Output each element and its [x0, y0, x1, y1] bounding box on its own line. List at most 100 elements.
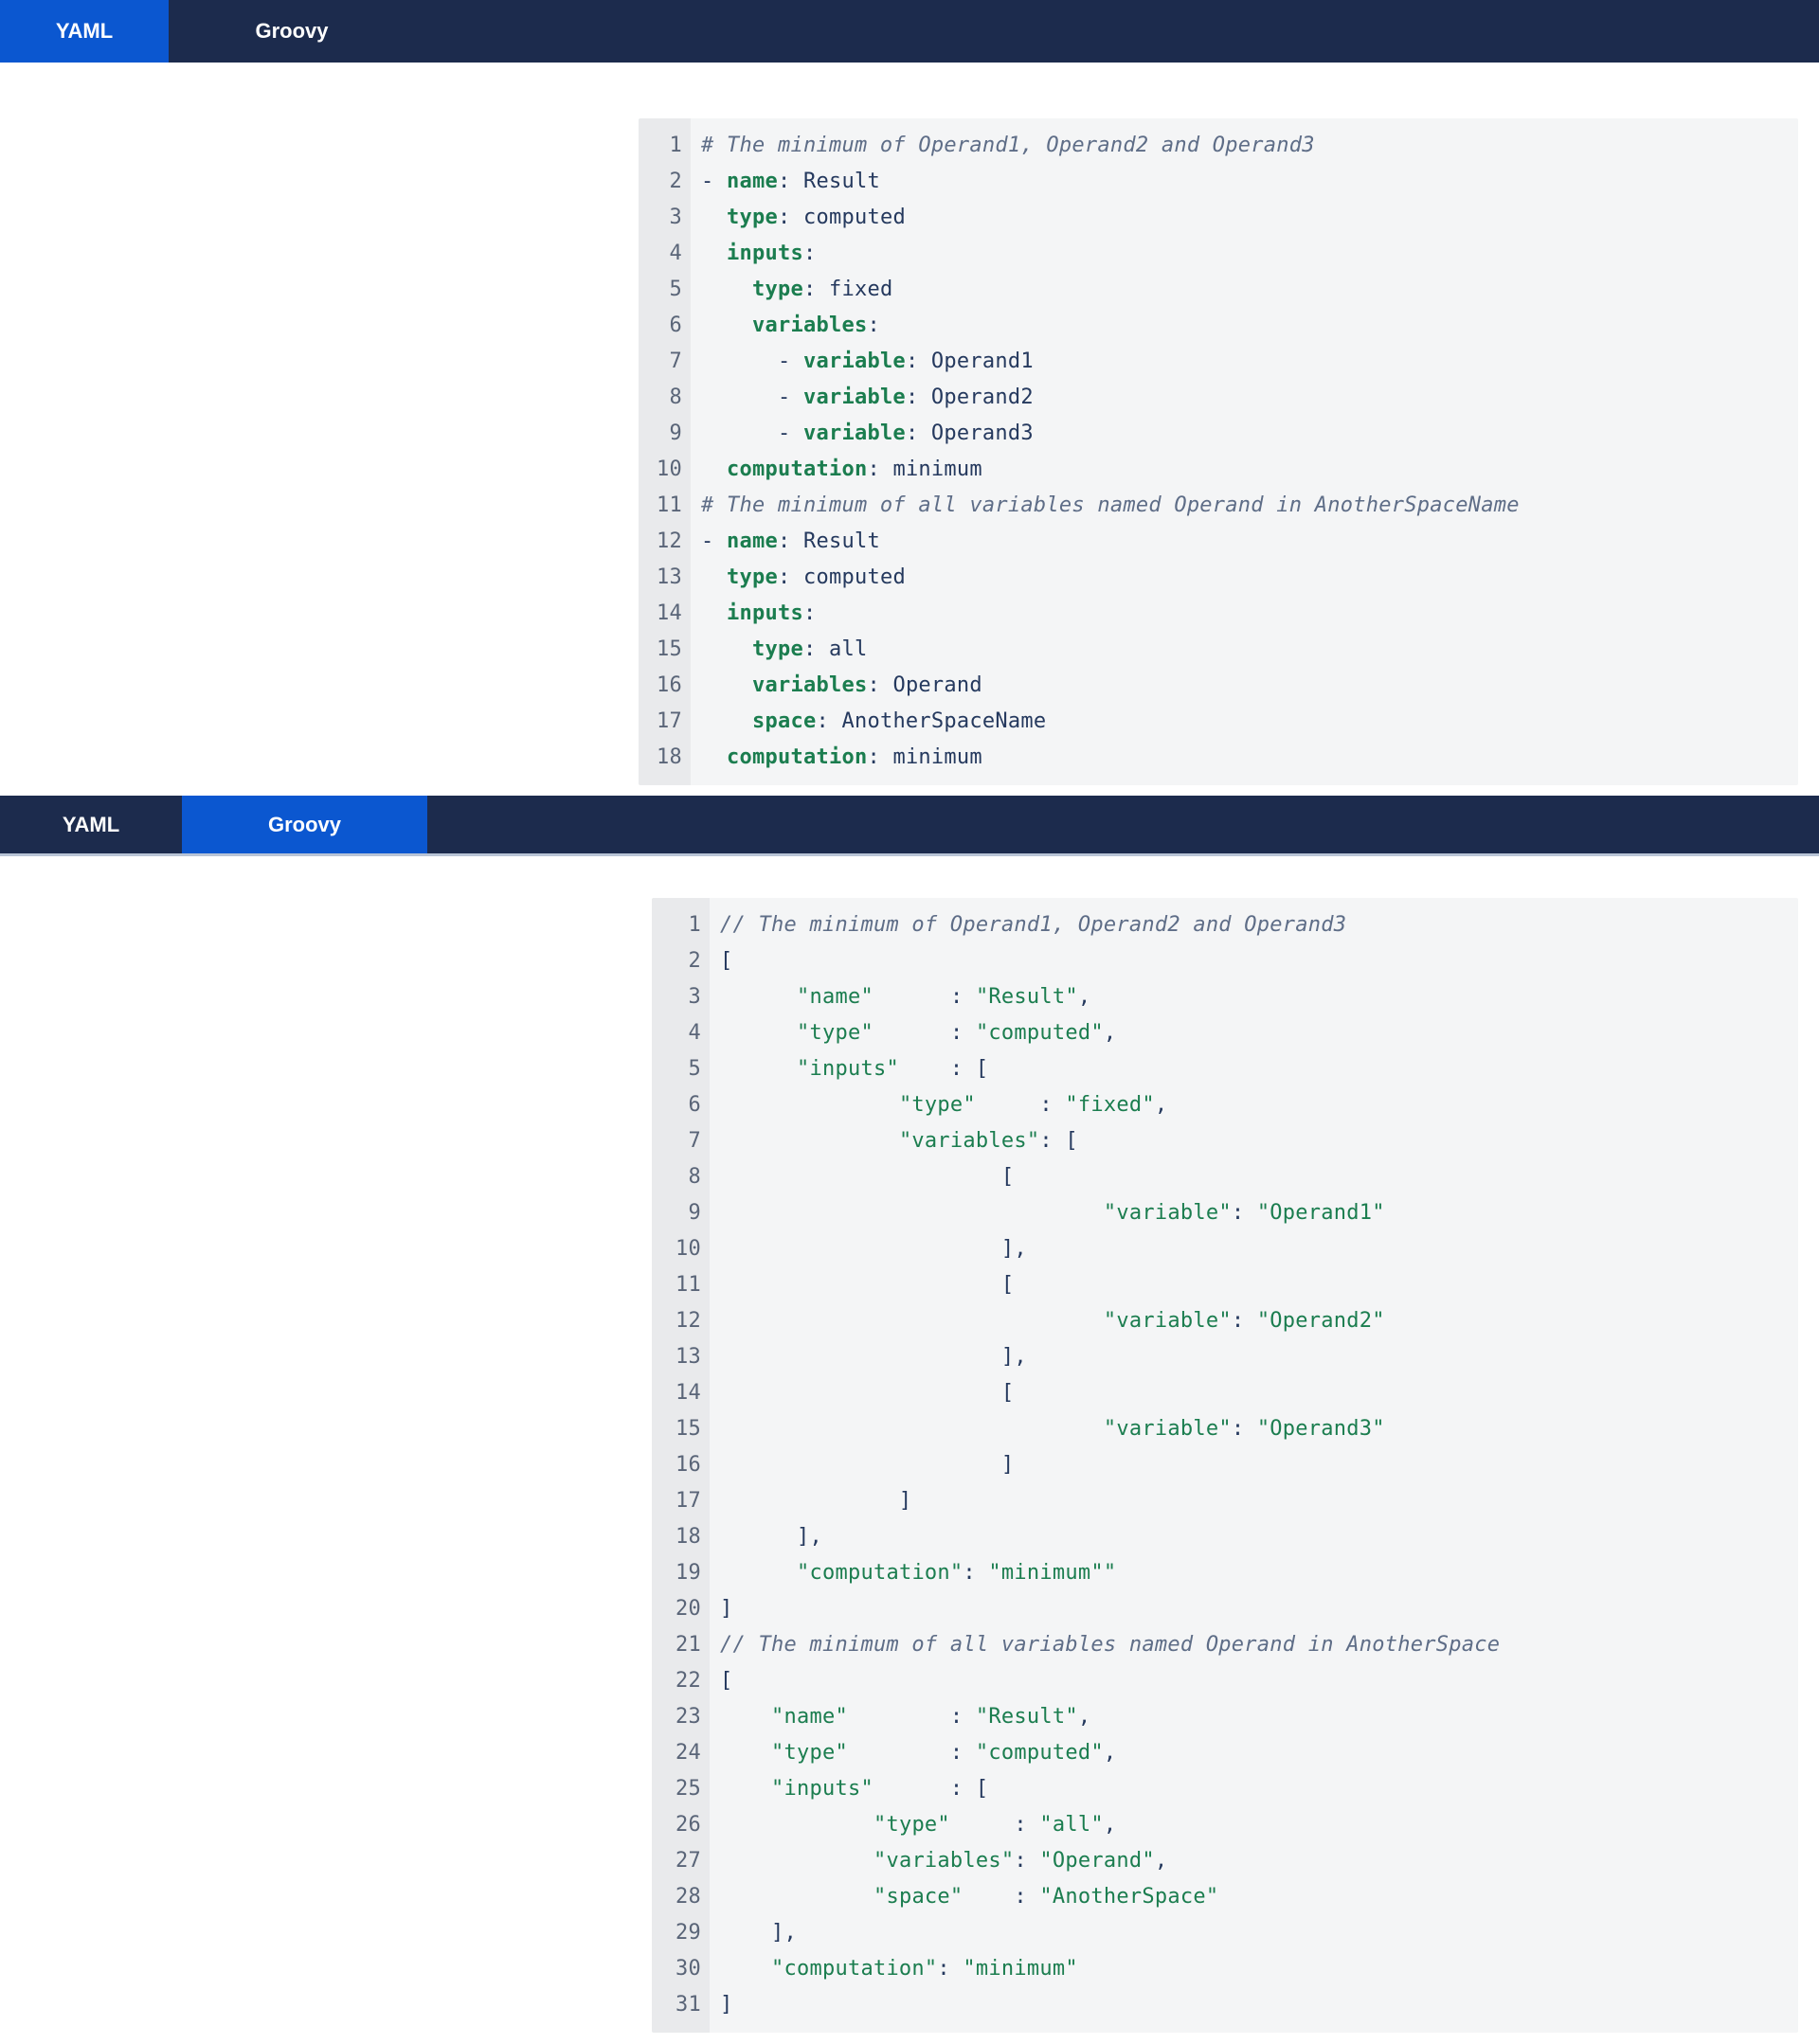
line-number: 17 — [657, 709, 682, 733]
code-segment: : Result — [777, 529, 880, 553]
code-segment: , — [1103, 1021, 1117, 1045]
code-line: type: all — [701, 632, 1798, 668]
code-line: - variable: Operand2 — [701, 380, 1798, 416]
code-segment: inputs — [727, 242, 803, 265]
code-segment: "inputs" — [796, 1057, 899, 1081]
code-segment: : — [1231, 1201, 1257, 1225]
groovy-line-number-gutter: 1 2 3 4 5 6 7 8 9 10 11 12 13 14 15 16 17 18 19 20 21 22 23 24 2… — [652, 898, 710, 2033]
line-number: 5 — [669, 278, 682, 301]
code-segment: "space" — [873, 1885, 964, 1909]
code-segment: : — [975, 1093, 1066, 1117]
line-number: 10 — [675, 1237, 701, 1261]
code-segment: type — [727, 206, 778, 229]
code-segment: , — [1077, 1705, 1091, 1729]
code-line: "space" : "AnotherSpace" — [720, 1879, 1798, 1915]
code-line: "variable": "Operand2" — [720, 1303, 1798, 1339]
code-segment: "type" — [898, 1093, 976, 1117]
code-segment: "type" — [796, 1021, 873, 1045]
line-number: 4 — [669, 242, 682, 265]
code-segment: "minimum" — [963, 1957, 1078, 1981]
code-segment: - — [701, 385, 803, 409]
code-segment: : Result — [777, 170, 880, 193]
code-line: [ — [720, 1375, 1798, 1411]
line-number: 11 — [675, 1273, 701, 1297]
code-segment: variables — [751, 673, 868, 697]
line-number: 13 — [675, 1345, 701, 1369]
code-segment: variable — [802, 385, 906, 409]
code-segment: ], — [720, 1921, 797, 1945]
code-segment: type — [727, 565, 778, 589]
line-number: 7 — [669, 350, 682, 373]
code-line: ] — [720, 1591, 1798, 1627]
code-line: "computation": "minimum" — [720, 1951, 1798, 1987]
code-line: ], — [720, 1339, 1798, 1375]
code-segment: : minimum — [867, 745, 982, 769]
code-segment: ], — [720, 1525, 822, 1549]
tab-groovy[interactable]: Groovy — [169, 0, 415, 63]
code-line: type: fixed — [701, 272, 1798, 308]
code-segment: : Operand1 — [905, 350, 1034, 373]
code-segment: , — [1103, 1741, 1117, 1765]
line-number: 3 — [669, 206, 682, 229]
tab-groovy[interactable]: Groovy — [182, 796, 427, 853]
code-line: ] — [720, 1447, 1798, 1483]
code-line: // The minimum of Operand1, Operand2 and… — [720, 907, 1798, 943]
code-segment: - — [701, 421, 803, 445]
yaml-code-block: 1 2 3 4 5 6 7 8 9 10 11 12 13 14 15 16 17 18 # The minimu… — [639, 118, 1798, 785]
code-segment: name — [727, 170, 778, 193]
code-line: "type" : "fixed", — [720, 1087, 1798, 1123]
code-line: "variables": "Operand", — [720, 1843, 1798, 1879]
code-segment: : — [963, 1561, 989, 1585]
line-number: 15 — [675, 1417, 701, 1441]
code-segment: ], — [720, 1237, 1027, 1261]
code-segment: [ — [720, 1669, 733, 1693]
tab-yaml[interactable]: YAML — [0, 0, 169, 63]
code-segment: , — [1154, 1093, 1168, 1117]
code-line: variables: — [701, 308, 1798, 344]
code-segment: computation — [727, 457, 868, 481]
code-segment: : computed — [777, 565, 906, 589]
code-segment: "variable" — [1103, 1201, 1232, 1225]
code-segment: : — [1231, 1309, 1257, 1333]
code-line: "variable": "Operand3" — [720, 1411, 1798, 1447]
code-segment: "all" — [1039, 1813, 1104, 1837]
code-segment: [ — [720, 949, 733, 973]
code-segment: - — [701, 529, 727, 553]
line-number: 7 — [688, 1129, 701, 1153]
code-segment: : Operand — [867, 673, 982, 697]
code-segment: ], — [720, 1345, 1027, 1369]
code-segment: : Operand3 — [905, 421, 1034, 445]
tab-yaml[interactable]: YAML — [0, 796, 182, 853]
code-line: ] — [720, 1987, 1798, 2023]
code-line: // The minimum of all variables named Op… — [720, 1627, 1798, 1663]
code-segment: // The minimum of all variables named Op… — [720, 1633, 1501, 1657]
code-segment: : all — [802, 637, 868, 661]
code-segment: : fixed — [802, 278, 893, 301]
line-number: 1 — [688, 913, 701, 937]
code-segment: "type" — [873, 1813, 950, 1837]
code-segment: "name" — [796, 985, 873, 1009]
code-line: space: AnotherSpaceName — [701, 704, 1798, 740]
code-segment: , — [1103, 1813, 1117, 1837]
line-number: 11 — [657, 493, 682, 517]
code-segment: : — [873, 985, 976, 1009]
yaml-code-lines: # The minimum of Operand1, Operand2 and … — [691, 118, 1798, 785]
line-number: 8 — [669, 385, 682, 409]
code-line: type: computed — [701, 560, 1798, 596]
line-number: 13 — [657, 565, 682, 589]
code-segment: "name" — [770, 1705, 848, 1729]
code-segment: variables — [751, 314, 868, 337]
code-line: [ — [720, 943, 1798, 979]
code-segment: [ — [720, 1381, 1015, 1405]
